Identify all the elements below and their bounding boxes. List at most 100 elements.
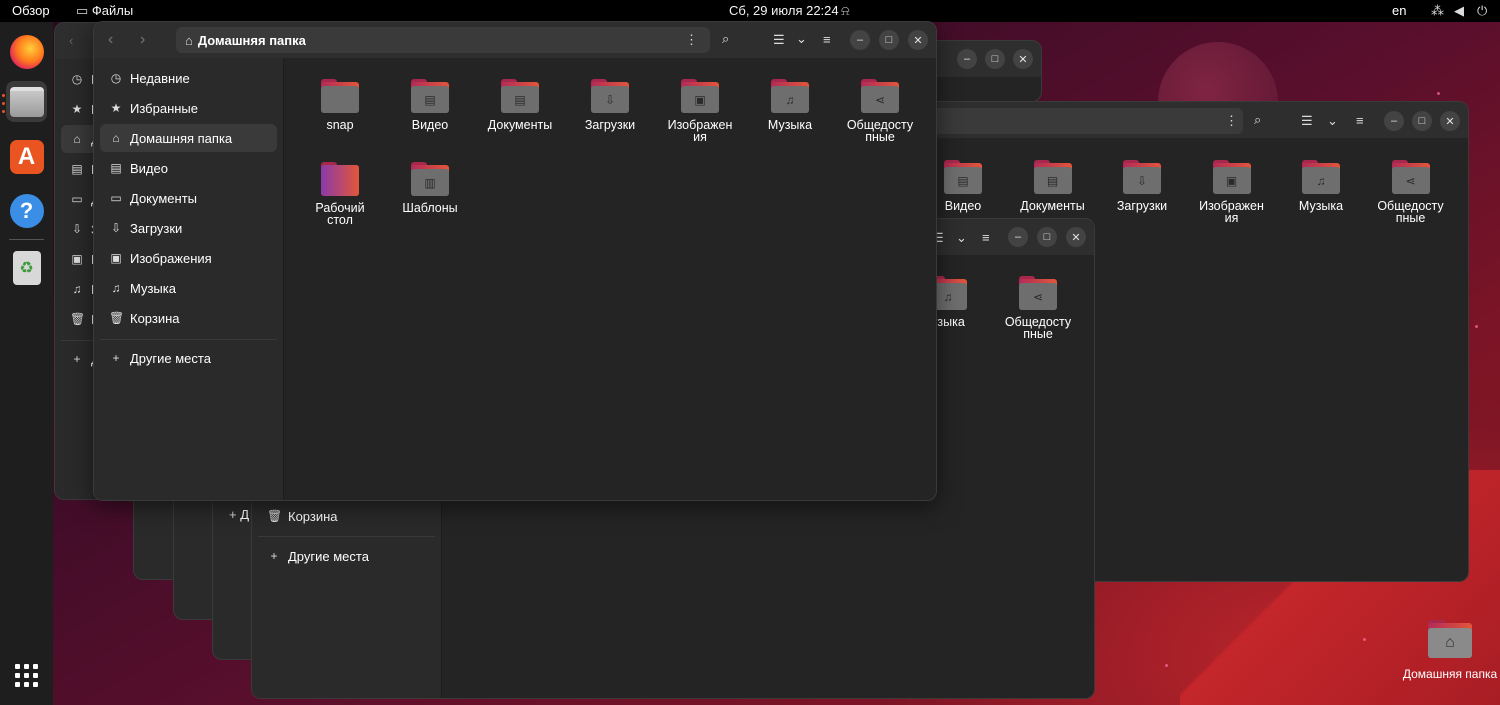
trash-icon: 🗑 — [109, 311, 125, 325]
folder-label-line2: стол — [327, 213, 353, 227]
download-icon: ⇩ — [110, 221, 122, 235]
sidebar-item-home[interactable]: ⌂ Домашняя папка — [100, 124, 277, 152]
folder-icon: ▣ — [1212, 160, 1251, 194]
sidebar-item-other-places[interactable]: + Другие места — [100, 344, 277, 372]
sidebar-item-document[interactable]: ▭ Документы — [100, 184, 277, 212]
menu-icon[interactable]: ≡ — [1356, 113, 1364, 128]
help-icon[interactable]: ? — [6, 190, 47, 231]
path-menu-icon[interactable]: ⋮ — [685, 32, 698, 48]
plus-icon: + — [270, 549, 278, 563]
desktop-folder-icon — [321, 165, 359, 196]
folder-item[interactable]: ⋖ Общедосту пные — [1366, 160, 1456, 224]
volume-icon[interactable]: ◀ — [1454, 3, 1464, 19]
folder-label-line2: пные — [1023, 327, 1053, 341]
menu-icon[interactable]: ≡ — [982, 230, 990, 245]
folder-item[interactable]: Рабочий стол — [295, 162, 385, 226]
folder-emblem-icon: ⇩ — [1123, 167, 1161, 194]
maximize-button[interactable]: □ — [1037, 227, 1057, 247]
back-icon[interactable]: ‹ — [108, 31, 113, 49]
chevron-down-icon[interactable]: ⌄ — [1327, 113, 1338, 129]
maximize-button[interactable]: □ — [879, 30, 899, 50]
folder-emblem-icon: ▣ — [681, 86, 719, 113]
minimize-button[interactable]: – — [1008, 227, 1028, 247]
sidebar-item-clock[interactable]: ◷ Недавние — [100, 64, 277, 92]
maximize-button[interactable]: □ — [1412, 111, 1432, 131]
network-icon[interactable]: ⁂ — [1431, 3, 1444, 19]
notification-icon[interactable]: ⍾ — [841, 3, 850, 19]
sidebar-item-label: Изображения — [130, 250, 212, 266]
firefox-icon[interactable] — [6, 31, 47, 72]
folder-item[interactable]: ▤ Документы — [1008, 160, 1098, 212]
sidebar-item-label: Корзина — [130, 310, 180, 326]
desktop-home-folder[interactable]: ⌂ Домашняя папка — [1400, 620, 1500, 681]
list-view-icon[interactable]: ☰ — [773, 32, 785, 48]
language-indicator[interactable]: en — [1392, 3, 1406, 18]
folder-item[interactable]: ⇩ Загрузки — [1097, 160, 1187, 212]
app-center-icon[interactable]: A — [6, 136, 47, 177]
clock[interactable]: Сб, 29 июля 22:24 — [729, 3, 839, 18]
close-button[interactable]: ✕ — [1440, 111, 1460, 131]
path-bar[interactable] — [891, 108, 1243, 134]
power-icon[interactable]: ⏻ — [1477, 3, 1487, 19]
folder-item[interactable]: ▣ Изображен ия — [1187, 160, 1277, 224]
search-icon[interactable]: ⌕ — [1254, 112, 1261, 128]
sidebar-separator — [100, 339, 277, 340]
folder-item[interactable]: ▤ Видео — [385, 79, 475, 131]
sidebar-item-image[interactable]: ▣ Изображения — [100, 244, 277, 272]
folder-emblem-icon — [321, 86, 359, 113]
folder-item[interactable]: ▥ Шаблоны — [385, 162, 475, 214]
trash-icon[interactable]: ♻ — [6, 247, 47, 288]
minimize-button[interactable]: – — [957, 49, 977, 69]
plus-icon: + — [73, 352, 81, 366]
search-icon[interactable]: ⌕ — [722, 31, 729, 47]
forward-icon[interactable]: › — [140, 31, 145, 49]
folder-item[interactable]: ▤ Документы — [475, 79, 565, 131]
folder-item[interactable]: snap — [295, 79, 385, 131]
sidebar-icon: ⇩ — [71, 222, 83, 236]
close-button[interactable]: ✕ — [1013, 49, 1033, 69]
folder-emblem-icon: ⋖ — [861, 86, 899, 113]
menu-icon[interactable]: ≡ — [823, 32, 831, 47]
folder-label: Документы — [1020, 199, 1085, 213]
chevron-down-icon[interactable]: ⌄ — [796, 31, 807, 47]
folder-emblem-icon: ⋖ — [1019, 283, 1057, 310]
folder-item[interactable]: ⋖ Общедосту пные — [993, 276, 1083, 340]
window-header: ⋮ ⌕ ☰ ⌄ ≡ – □ ✕ — [891, 102, 1468, 138]
folder-emblem-icon: ⋖ — [1391, 167, 1430, 194]
top-bar: Обзор ▭ Файлы Сб, 29 июля 22:24 ⍾ en ⁂ ◀… — [0, 0, 1500, 22]
folder-item[interactable]: ♫ Музыка — [745, 79, 835, 131]
sidebar-icon: 🗑 — [70, 312, 86, 326]
minimize-button[interactable]: – — [1384, 111, 1404, 131]
sidebar-item-trash[interactable]: 🗑 Корзина — [100, 304, 277, 332]
list-view-icon[interactable]: ☰ — [1301, 113, 1313, 129]
music-icon: ♫ — [111, 281, 121, 295]
chevron-down-icon[interactable]: ⌄ — [956, 230, 967, 246]
sidebar-item-star[interactable]: ★ Избранные — [100, 94, 277, 122]
files-icon[interactable] — [6, 81, 47, 122]
sidebar-item-other-places[interactable]: + Другие места — [258, 542, 435, 570]
path-bar[interactable]: ⌂ Домашняя папка ⋮ — [176, 27, 710, 53]
sidebar-item-download[interactable]: ⇩ Загрузки — [100, 214, 277, 242]
folder-emblem-icon: ♫ — [771, 86, 809, 113]
overview-button[interactable]: Обзор — [12, 3, 50, 18]
back-icon[interactable]: ‹ — [69, 33, 73, 48]
folder-item[interactable]: ⇩ Загрузки — [565, 79, 655, 131]
show-apps-icon[interactable] — [6, 655, 47, 696]
sidebar-item-trash[interactable]: 🗑 Корзина — [258, 502, 435, 530]
close-button[interactable]: ✕ — [1066, 227, 1086, 247]
path-label: Домашняя папка — [197, 32, 306, 48]
sidebar-item-label: Видео — [130, 160, 168, 176]
app-menu[interactable]: ▭ Файлы — [76, 3, 133, 19]
sidebar-item-music[interactable]: ♫ Музыка — [100, 274, 277, 302]
path-menu-icon[interactable]: ⋮ — [1225, 113, 1238, 129]
folder-icon — [321, 79, 359, 113]
sidebar-item-video[interactable]: ▤ Видео — [100, 154, 277, 182]
folder-item[interactable]: ♫ Музыка — [1276, 160, 1366, 212]
folder-item[interactable]: ⋖ Общедосту пные — [835, 79, 925, 143]
close-button[interactable]: ✕ — [908, 30, 928, 50]
minimize-button[interactable]: – — [850, 30, 870, 50]
running-indicator — [2, 94, 5, 97]
folder-label: Загрузки — [584, 118, 636, 132]
folder-item[interactable]: ▣ Изображен ия — [655, 79, 745, 143]
maximize-button[interactable]: □ — [985, 49, 1005, 69]
